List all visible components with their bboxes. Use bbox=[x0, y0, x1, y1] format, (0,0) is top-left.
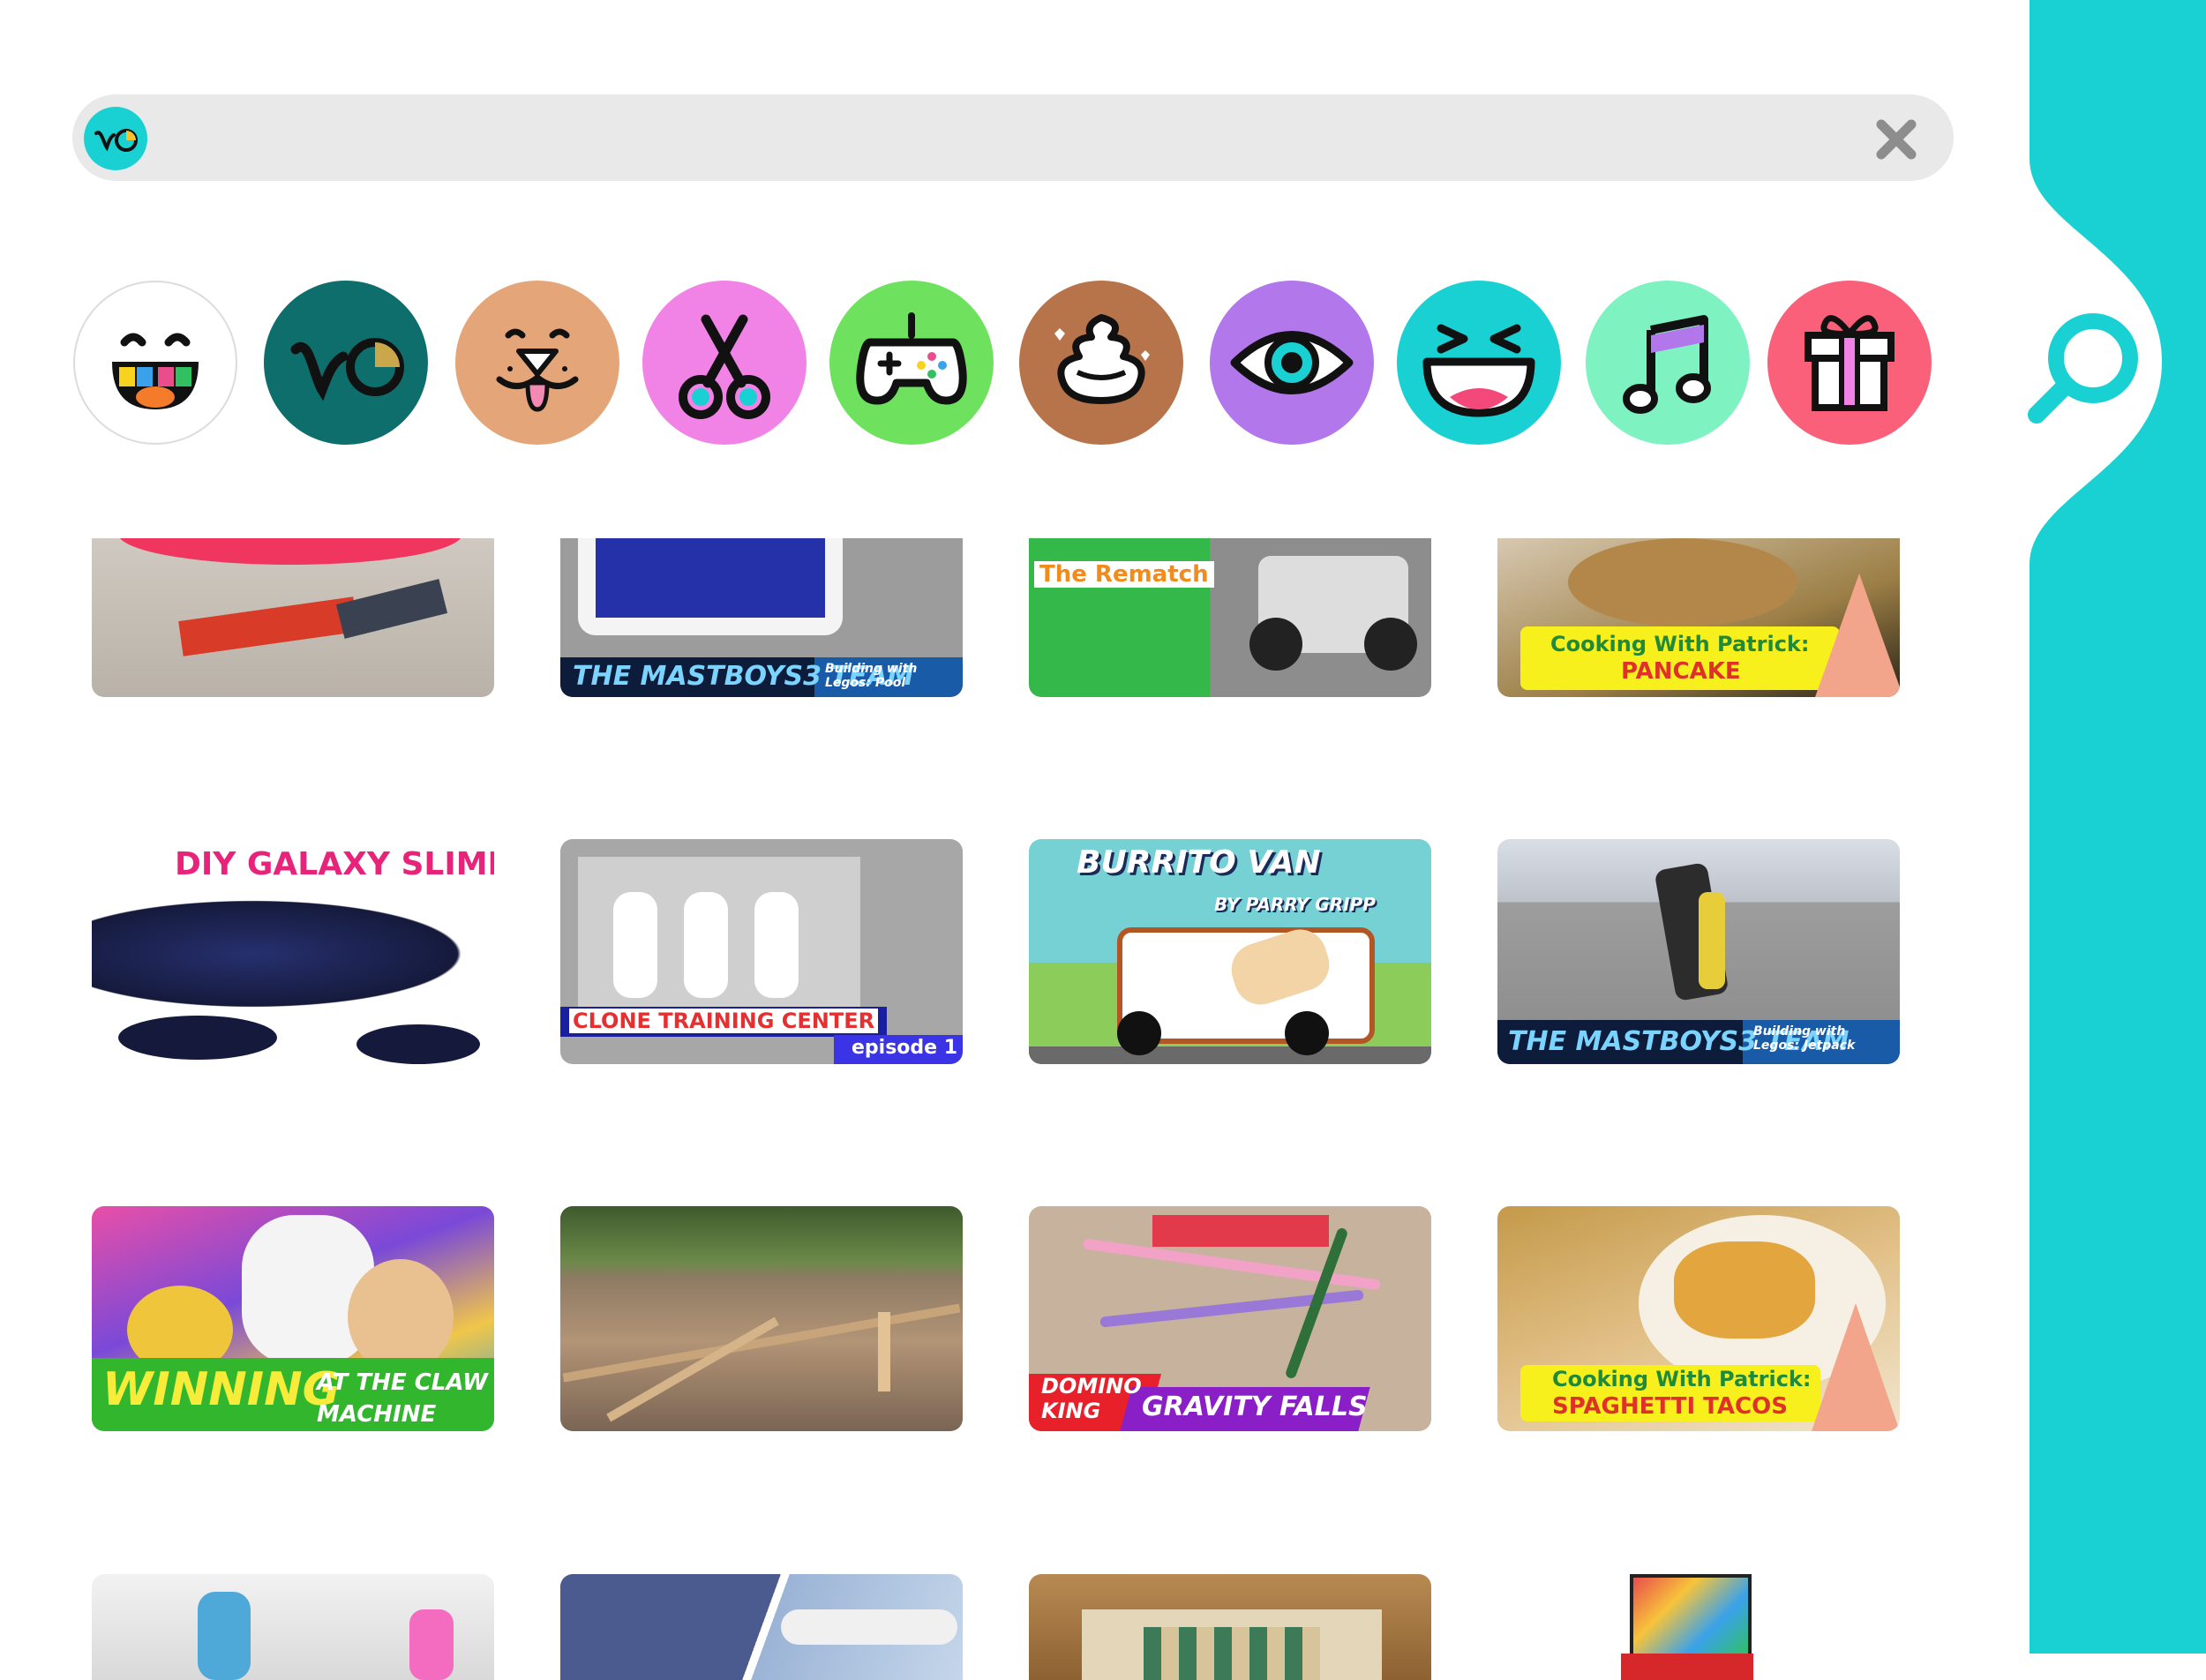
video-caption: Cooking With Patrick: bbox=[1550, 632, 1810, 656]
video-caption: CLONE TRAINING CENTER bbox=[569, 1009, 879, 1033]
search-icon bbox=[2028, 313, 2138, 424]
video-thumbnail[interactable] bbox=[1497, 1574, 1900, 1680]
category-gross[interactable] bbox=[1019, 281, 1183, 445]
category-gaming[interactable] bbox=[829, 281, 994, 445]
video-subcaption: episode 1 bbox=[852, 1037, 958, 1059]
patrick-star-art bbox=[1812, 1303, 1900, 1431]
gift-icon bbox=[1805, 315, 1895, 411]
video-caption: DOMINO KING bbox=[1041, 1374, 1142, 1423]
category-music[interactable] bbox=[1586, 281, 1750, 445]
laughing-face-icon bbox=[1422, 324, 1535, 417]
video-thumbnail[interactable]: DOMINO KING GRAVITY FALLS bbox=[1029, 1206, 1431, 1431]
video-thumbnail[interactable]: THE MASTBOYS3 TEAM Building with Legos: … bbox=[560, 538, 963, 697]
curious-eyes-icon bbox=[94, 129, 138, 152]
video-thumbnail[interactable] bbox=[560, 1206, 963, 1431]
search-input[interactable] bbox=[169, 94, 1850, 183]
video-caption: BURRITO VAN bbox=[1077, 844, 1321, 881]
video-subcaption: PANCAKE bbox=[1621, 658, 1741, 685]
video-thumbnail[interactable] bbox=[92, 1574, 494, 1680]
category-curious[interactable] bbox=[264, 281, 428, 445]
video-thumbnail[interactable]: CLONE TRAINING CENTER episode 1 bbox=[560, 839, 963, 1064]
video-caption: Cooking With Patrick: bbox=[1552, 1367, 1812, 1391]
poop-icon bbox=[1054, 314, 1150, 404]
app-logo-button[interactable] bbox=[84, 107, 147, 170]
video-thumbnail[interactable] bbox=[560, 1574, 963, 1680]
category-weird[interactable] bbox=[1210, 281, 1374, 445]
scissors-icon bbox=[679, 314, 770, 419]
video-caption: DIY GALAXY SLIME bbox=[175, 846, 494, 882]
category-animals[interactable] bbox=[455, 281, 619, 445]
video-subcaption: BY PARRY GRIPP bbox=[1214, 894, 1376, 915]
video-caption: WINNING bbox=[102, 1363, 341, 1416]
thumbnail-art bbox=[92, 892, 494, 1016]
search-button[interactable] bbox=[2012, 300, 2153, 441]
curious-eyes-icon bbox=[290, 338, 404, 401]
gamepad-icon bbox=[856, 312, 967, 405]
side-rail bbox=[2030, 0, 2206, 1654]
video-thumbnail[interactable]: Cooking With Patrick: PANCAKE bbox=[1497, 538, 1900, 697]
music-note-icon bbox=[1623, 315, 1711, 414]
toca-face-icon bbox=[112, 333, 199, 409]
eye-icon bbox=[1230, 331, 1354, 394]
video-subcaption: GRAVITY FALLS bbox=[1142, 1391, 1368, 1422]
video-thumbnail[interactable]: DIY GALAXY SLIME bbox=[92, 839, 494, 1064]
thumbnail-art bbox=[118, 538, 462, 565]
category-surprise[interactable] bbox=[1767, 281, 1932, 445]
video-thumbnail[interactable]: The Rematch bbox=[1029, 538, 1431, 697]
category-crafts[interactable] bbox=[642, 281, 807, 445]
patrick-star-art bbox=[1815, 574, 1900, 697]
video-subcaption: Building with Legos: Jetpack bbox=[1753, 1024, 1856, 1053]
video-subcaption: SPAGHETTI TACOS bbox=[1552, 1393, 1788, 1420]
search-bar bbox=[72, 94, 1954, 183]
close-icon bbox=[1876, 119, 1917, 160]
video-thumbnail[interactable]: THE MASTBOYS3 TEAM Building with Legos: … bbox=[1497, 839, 1900, 1064]
video-thumbnail[interactable]: WINNING AT THE CLAW MACHINE bbox=[92, 1206, 494, 1431]
clear-search-button[interactable] bbox=[1874, 117, 1918, 161]
video-thumbnail[interactable]: BURRITO VAN BY PARRY GRIPP bbox=[1029, 839, 1431, 1064]
dog-face-icon bbox=[496, 328, 579, 412]
category-funny[interactable] bbox=[1397, 281, 1561, 445]
video-thumbnail[interactable] bbox=[1029, 1574, 1431, 1680]
video-thumbnail[interactable] bbox=[92, 538, 494, 697]
category-toca[interactable] bbox=[73, 281, 237, 445]
video-subcaption: AT THE CLAW MACHINE bbox=[317, 1369, 488, 1428]
video-thumbnail[interactable]: Cooking With Patrick: SPAGHETTI TACOS bbox=[1497, 1206, 1900, 1431]
video-caption: The Rematch bbox=[1034, 561, 1214, 588]
video-subcaption: Building with Legos: Pool bbox=[825, 662, 918, 690]
